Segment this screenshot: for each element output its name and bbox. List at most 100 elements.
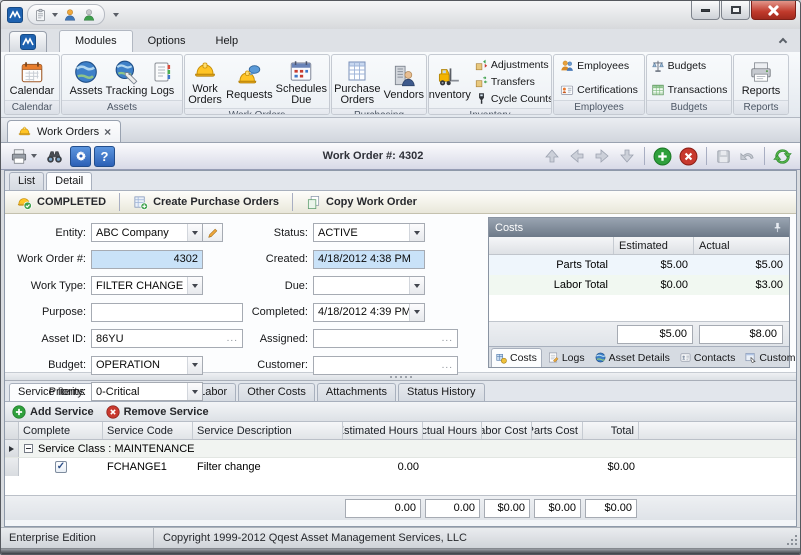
purpose-field[interactable] [91, 302, 243, 322]
dropdown-button[interactable] [409, 277, 424, 294]
col-total[interactable]: Total [583, 422, 639, 439]
col-estimated-hours[interactable]: Estimated Hours [343, 422, 423, 439]
customer-lookup-button[interactable]: ... [442, 360, 457, 371]
costs-tab-custom-fields[interactable]: Custom F [741, 348, 796, 367]
entity-edit-button[interactable] [203, 223, 223, 242]
certifications-button[interactable]: Certifications [558, 81, 640, 98]
transfers-button[interactable]: Transfers [473, 73, 551, 90]
print-button[interactable] [7, 145, 39, 167]
ribbon-tab-modules[interactable]: Modules [59, 30, 133, 52]
status-select[interactable]: ACTIVE [313, 223, 425, 242]
dropdown-button[interactable] [187, 277, 202, 294]
pin-icon[interactable] [772, 222, 783, 233]
schedules-due-button[interactable]: Schedules Due [275, 56, 328, 107]
tab-other-costs[interactable]: Other Costs [238, 383, 315, 401]
col-actual-hours[interactable]: Actual Hours [423, 422, 482, 439]
costs-tab-asset-details[interactable]: Asset Details [591, 348, 674, 367]
tab-status-history[interactable]: Status History [398, 383, 485, 401]
save-button[interactable] [713, 145, 734, 167]
application-button[interactable] [9, 31, 47, 52]
col-service-code[interactable]: Service Code [103, 422, 193, 439]
dropdown-button[interactable] [187, 224, 202, 241]
clipboard-dropdown-icon[interactable] [52, 12, 58, 17]
ribbon-tab-options[interactable]: Options [133, 31, 201, 52]
service-class-group-row[interactable]: Service Class : MAINTENANCE [5, 440, 796, 458]
qat-customize-icon[interactable] [113, 12, 119, 17]
created-field[interactable]: 4/18/2012 4:38 PM [313, 249, 425, 269]
asset-user-icon[interactable] [82, 8, 96, 22]
col-labor-cost[interactable]: Labor Cost [482, 422, 532, 439]
delete-record-button[interactable] [677, 145, 700, 167]
adjustments-button[interactable]: Adjustments [473, 56, 551, 73]
collapse-ribbon-button[interactable] [778, 37, 790, 47]
dropdown-button[interactable] [187, 356, 202, 374]
costs-col-estimated[interactable]: Estimated [614, 237, 694, 254]
purchase-orders-button[interactable]: Purchase Orders [333, 56, 382, 107]
reports-button[interactable]: Reports [741, 58, 782, 98]
nav-next-button[interactable] [591, 145, 613, 167]
assigned-lookup-button[interactable]: ... [442, 333, 457, 344]
dropdown-button[interactable] [409, 303, 424, 321]
user-icon[interactable] [63, 8, 77, 22]
minimize-button[interactable] [691, 1, 720, 20]
col-complete[interactable]: Complete [19, 422, 103, 439]
col-service-description[interactable]: Service Description [193, 422, 343, 439]
costs-col-actual[interactable]: Actual [694, 237, 789, 254]
tab-list[interactable]: List [9, 172, 45, 190]
search-button[interactable] [42, 145, 67, 167]
vendors-button[interactable]: Vendors [383, 62, 425, 102]
col-parts-cost[interactable]: Parts Cost [532, 422, 583, 439]
add-record-button[interactable] [651, 145, 674, 167]
ribbon-tab-help[interactable]: Help [201, 31, 254, 52]
service-item-row[interactable]: ✓ FCHANGE1 Filter change 0.00 $0.00 [5, 458, 796, 476]
costs-row-parts[interactable]: Parts Total $5.00 $5.00 [489, 255, 789, 275]
work-order-number-field[interactable]: 4302 [91, 249, 203, 269]
customer-field[interactable]: ... [313, 355, 458, 375]
costs-tab-contacts[interactable]: Contacts [676, 348, 739, 367]
budgets-button[interactable]: Budgets [649, 57, 730, 74]
assets-button[interactable]: Assets [69, 58, 104, 98]
completed-select[interactable]: 4/18/2012 4:39 PM [313, 302, 425, 322]
asset-lookup-button[interactable]: ... [227, 333, 242, 344]
costs-tab-costs[interactable]: Costs [491, 348, 542, 367]
maximize-button[interactable] [721, 1, 750, 20]
work-type-select[interactable]: FILTER CHANGE [91, 276, 203, 295]
help-button[interactable]: ? [94, 145, 115, 167]
settings-button[interactable] [70, 145, 91, 167]
budget-select[interactable]: OPERATION [91, 355, 203, 375]
nav-first-button[interactable] [541, 145, 563, 167]
close-button[interactable] [751, 1, 796, 20]
due-select[interactable] [313, 276, 425, 295]
dropdown-button[interactable] [409, 224, 424, 241]
costs-tab-logs[interactable]: Logs [544, 348, 589, 367]
collapse-group-icon[interactable] [24, 444, 33, 453]
tab-close-icon[interactable]: × [104, 126, 111, 138]
inventory-button[interactable]: Inventory [429, 62, 472, 102]
assigned-field[interactable]: ... [313, 329, 458, 348]
undo-button[interactable] [737, 145, 758, 167]
complete-checkbox[interactable]: ✓ [55, 461, 67, 473]
costs-row-labor[interactable]: Labor Total $0.00 $3.00 [489, 275, 789, 295]
entity-select[interactable]: ABC Company [91, 223, 203, 242]
transactions-button[interactable]: Transactions [649, 81, 730, 98]
asset-id-field[interactable]: 86YU ... [91, 329, 243, 348]
priority-select[interactable]: 0-Critical [91, 382, 203, 401]
calendar-button[interactable]: Calendar [9, 58, 56, 98]
employees-button[interactable]: Employees [558, 57, 640, 74]
work-orders-button[interactable]: Work Orders [186, 56, 224, 107]
dropdown-button[interactable] [187, 383, 202, 400]
completed-button[interactable]: COMPLETED [11, 193, 112, 212]
nav-last-button[interactable] [616, 145, 638, 167]
document-tab-work-orders[interactable]: Work Orders × [7, 120, 122, 142]
clipboard-icon[interactable] [34, 8, 47, 22]
refresh-button[interactable] [771, 145, 794, 167]
requests-button[interactable]: Requests [225, 62, 273, 102]
resize-grip[interactable] [787, 528, 800, 548]
cycle-counts-button[interactable]: Cycle Counts [473, 90, 551, 107]
tab-attachments[interactable]: Attachments [316, 383, 397, 401]
nav-previous-button[interactable] [566, 145, 588, 167]
tracking-button[interactable]: Tracking [105, 58, 149, 98]
tab-detail[interactable]: Detail [46, 172, 93, 190]
copy-work-order-button[interactable]: Copy Work Order [300, 193, 423, 212]
logs-button[interactable]: Logs [149, 58, 175, 98]
